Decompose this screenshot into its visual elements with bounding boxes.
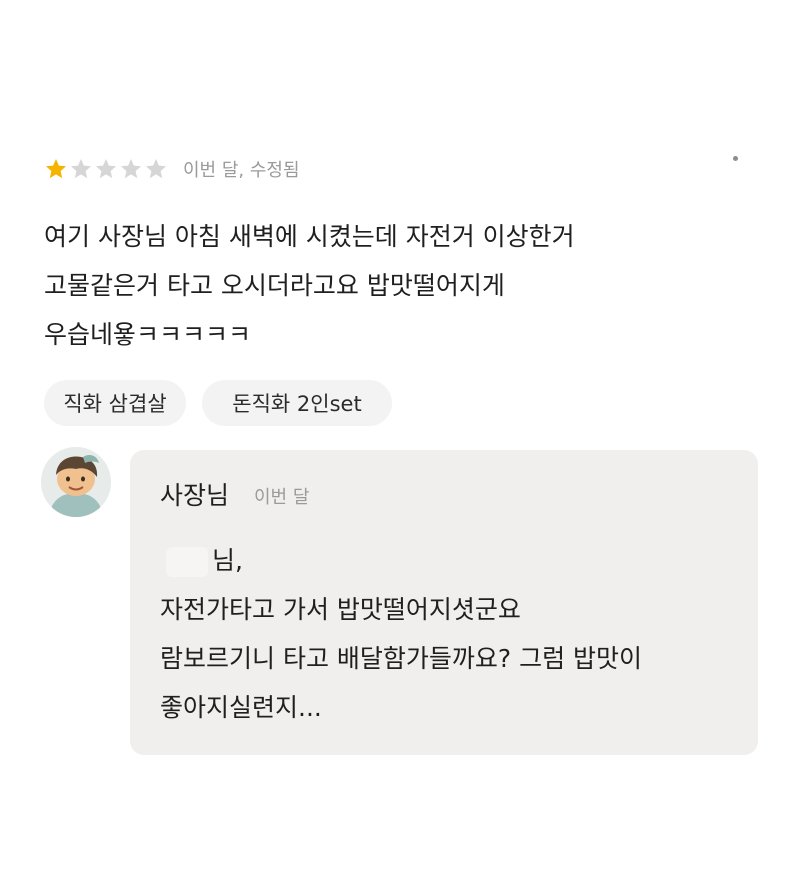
review-date: 이번 달, 수정됨	[183, 160, 300, 181]
reply-author: 사장님	[160, 481, 230, 510]
review-line: 고물같은거 타고 오시더라고요 밥맛떨어지게	[44, 271, 505, 300]
avatar[interactable]	[41, 447, 111, 517]
star-icon	[146, 159, 166, 179]
menu-tag[interactable]: 돈직화 2인set	[202, 380, 392, 426]
reply-line: 좋아지실련지...	[160, 693, 322, 722]
reply-line: 람보르기니 타고 배달함가들까요? 그럼 밥맛이	[160, 644, 643, 673]
avatar-icon	[41, 447, 111, 517]
review-line: 우습네욯ㅋㅋㅋㅋㅋ	[44, 320, 252, 349]
star-icon	[96, 159, 116, 179]
reply-line: 자전가타고 가서 밥맛떨어지셧군요	[160, 595, 521, 624]
more-icon[interactable]	[733, 156, 738, 161]
menu-tags: 직화 삼겹살 돈직화 2인set	[44, 380, 408, 426]
reply-date: 이번 달	[254, 487, 310, 508]
reply-greeting-line: 님,	[160, 536, 740, 585]
rating-stars	[44, 157, 169, 181]
star-icon	[71, 159, 91, 179]
star-icon	[46, 159, 66, 179]
review-header: 이번 달, 수정됨	[44, 155, 300, 183]
review-line: 여기 사장님 아침 새벽에 시켰는데 자전거 이상한거	[44, 222, 575, 251]
reply-greeting: 님,	[212, 546, 243, 575]
menu-tag[interactable]: 직화 삼겹살	[44, 380, 186, 426]
reply-text: 님, 자전가타고 가서 밥맛떨어지셧군요 람보르기니 타고 배달함가들까요? 그…	[160, 536, 740, 732]
owner-reply: 사장님 이번 달 님, 자전가타고 가서 밥맛떨어지셧군요 람보르기니 타고 배…	[130, 450, 758, 755]
redacted-name	[166, 547, 208, 577]
star-icon	[121, 159, 141, 179]
review-text: 여기 사장님 아침 새벽에 시켰는데 자전거 이상한거 고물같은거 타고 오시더…	[44, 212, 744, 359]
